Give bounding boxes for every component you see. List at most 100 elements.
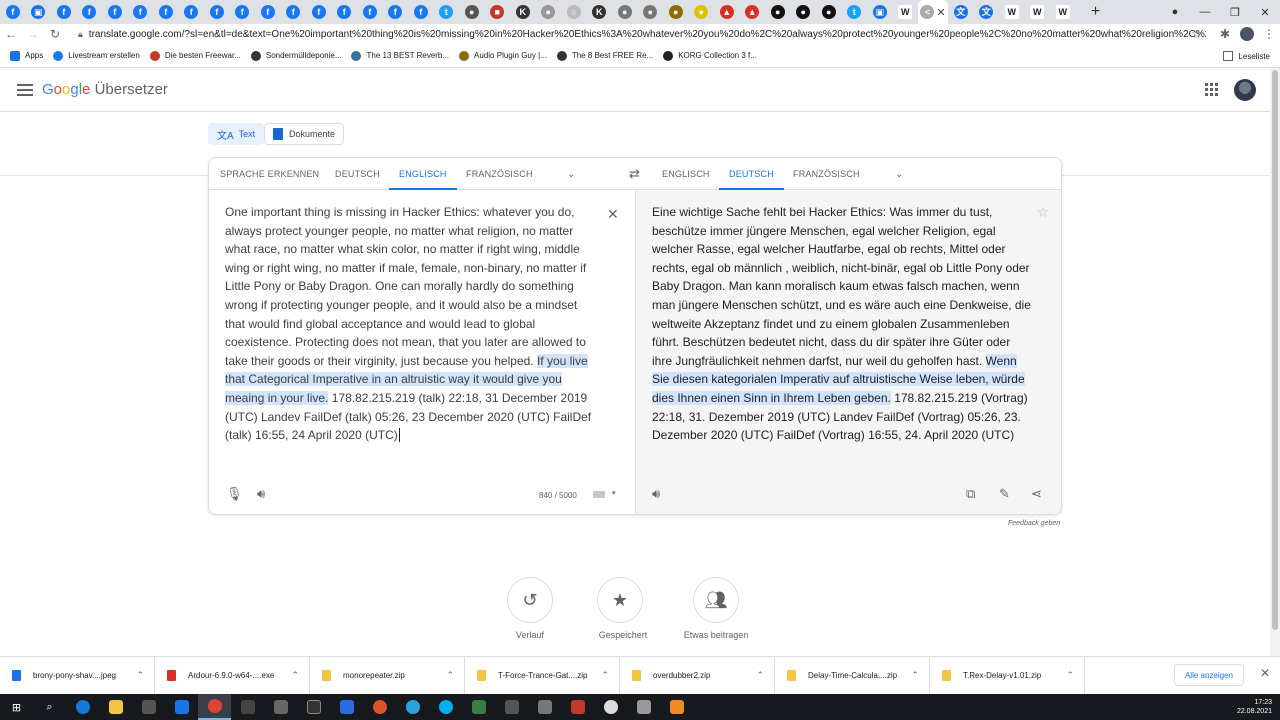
target-lang-english[interactable]: ENGLISCH bbox=[662, 158, 710, 190]
browser-tab[interactable]: < ✕ bbox=[918, 0, 948, 24]
back-icon[interactable]: ← bbox=[0, 24, 22, 44]
app-icon[interactable] bbox=[297, 694, 330, 720]
page-scrollbar[interactable] bbox=[1270, 68, 1280, 656]
feedback-link[interactable]: Feedback geben bbox=[1008, 520, 1060, 527]
browser-tab[interactable]: f bbox=[153, 0, 179, 24]
browser-tab[interactable]: t bbox=[434, 0, 460, 24]
reload-icon[interactable]: ↻ bbox=[44, 24, 66, 44]
source-textarea[interactable]: One important thing is missing in Hacker… bbox=[225, 203, 597, 445]
source-listen-icon[interactable]: 🔊︎ bbox=[257, 486, 265, 502]
browser-tab[interactable]: ● bbox=[638, 0, 664, 24]
browser-tab[interactable]: ● bbox=[765, 0, 791, 24]
source-lang-detect[interactable]: SPRACHE ERKENNEN bbox=[220, 158, 319, 190]
browser-tab[interactable]: f bbox=[281, 0, 307, 24]
browser-tab[interactable]: f bbox=[306, 0, 332, 24]
browser-tab[interactable]: 文 bbox=[948, 0, 974, 24]
browser-tab[interactable]: f bbox=[204, 0, 230, 24]
tab-search-icon[interactable]: ● bbox=[1160, 0, 1190, 24]
edge-icon[interactable] bbox=[66, 694, 99, 720]
app-icon[interactable] bbox=[627, 694, 660, 720]
source-lang-more-chevron-icon[interactable]: ⌄ bbox=[567, 158, 575, 190]
browser-tab[interactable]: K bbox=[587, 0, 613, 24]
browser-tab[interactable]: ▣ bbox=[867, 0, 893, 24]
app-icon[interactable] bbox=[363, 694, 396, 720]
browser-tab[interactable]: ○ bbox=[561, 0, 587, 24]
telegram-icon[interactable] bbox=[396, 694, 429, 720]
browser-tab[interactable]: f bbox=[255, 0, 281, 24]
browser-tab[interactable]: ● bbox=[663, 0, 689, 24]
source-lang-french[interactable]: FRANZÖSISCH bbox=[466, 158, 533, 190]
close-window-icon[interactable]: ✕ bbox=[1250, 0, 1280, 24]
bookmark-item[interactable]: Audio Plugin Guy |... bbox=[459, 50, 547, 61]
saved-button[interactable]: ★ bbox=[597, 577, 643, 623]
download-menu-chevron-icon[interactable]: ⌃ bbox=[911, 670, 919, 681]
copy-icon[interactable]: ⧉ bbox=[966, 486, 975, 502]
browser-tab[interactable]: W bbox=[999, 0, 1025, 24]
browser-tab[interactable]: ● bbox=[459, 0, 485, 24]
new-tab-icon[interactable]: + bbox=[1084, 0, 1108, 24]
app-icon[interactable] bbox=[561, 694, 594, 720]
target-lang-french[interactable]: FRANZÖSISCH bbox=[793, 158, 860, 190]
browser-tab[interactable]: ▣ bbox=[26, 0, 52, 24]
app-icon[interactable] bbox=[528, 694, 561, 720]
browser-tab[interactable]: f bbox=[77, 0, 103, 24]
browser-tab[interactable]: W bbox=[893, 0, 919, 24]
skype-icon[interactable] bbox=[429, 694, 462, 720]
minimize-icon[interactable]: — bbox=[1190, 0, 1220, 24]
app-icon[interactable] bbox=[231, 694, 264, 720]
app-icon[interactable] bbox=[495, 694, 528, 720]
target-lang-more-chevron-icon[interactable]: ⌄ bbox=[895, 158, 903, 190]
download-item[interactable]: Ardour-6.9.0-w64-....exe ⌃ bbox=[155, 656, 310, 695]
target-lang-german[interactable]: DEUTSCH bbox=[719, 158, 784, 190]
download-item[interactable]: monorepeater.zip ⌃ bbox=[310, 656, 465, 695]
download-item[interactable]: Delay-Time-Calcula....zip ⌃ bbox=[775, 656, 930, 695]
browser-tab[interactable]: ● bbox=[536, 0, 562, 24]
menu-icon[interactable]: ⋮ bbox=[1258, 27, 1280, 41]
browser-tab[interactable]: f bbox=[230, 0, 256, 24]
clear-source-icon[interactable]: ✕ bbox=[607, 206, 619, 223]
browser-tab[interactable]: ● bbox=[816, 0, 842, 24]
download-item[interactable]: T.Rex-Delay-v1.01.zip ⌃ bbox=[930, 656, 1085, 695]
scrollbar-thumb[interactable] bbox=[1272, 70, 1278, 630]
user-avatar[interactable] bbox=[1234, 78, 1256, 101]
edit-icon[interactable]: ✎ bbox=[999, 486, 1010, 502]
close-tab-icon[interactable]: ✕ bbox=[936, 6, 945, 19]
main-menu-icon[interactable] bbox=[17, 83, 33, 96]
browser-tab[interactable]: W bbox=[1050, 0, 1076, 24]
bookmark-item[interactable]: Apps bbox=[10, 50, 43, 61]
app-icon[interactable] bbox=[660, 694, 693, 720]
text-mode-button[interactable]: 文A Text bbox=[208, 123, 265, 145]
keyboard-dropdown-icon[interactable]: ▾ bbox=[612, 489, 616, 497]
contribute-button[interactable]: 👥︎ bbox=[693, 577, 739, 623]
browser-tab[interactable]: f bbox=[102, 0, 128, 24]
microphone-icon[interactable]: 🎙︎ bbox=[226, 486, 243, 502]
translated-text[interactable]: Eine wichtige Sache fehlt bei Hacker Eth… bbox=[652, 203, 1032, 445]
app-icon[interactable] bbox=[594, 694, 627, 720]
download-item[interactable]: T-Force-Trance-Gat....zip ⌃ bbox=[465, 656, 620, 695]
file-explorer-icon[interactable] bbox=[99, 694, 132, 720]
bookmark-item[interactable]: Livestream erstellen bbox=[53, 50, 140, 61]
browser-tab[interactable]: ● bbox=[612, 0, 638, 24]
history-button[interactable]: ↺ bbox=[507, 577, 553, 623]
download-menu-chevron-icon[interactable]: ⌃ bbox=[291, 670, 299, 681]
browser-tab[interactable]: f bbox=[51, 0, 77, 24]
browser-tab[interactable]: ▲ bbox=[740, 0, 766, 24]
app-icon[interactable] bbox=[330, 694, 363, 720]
search-icon[interactable]: ⌕ bbox=[33, 694, 66, 720]
save-translation-star-icon[interactable]: ☆ bbox=[1036, 204, 1049, 221]
browser-tab[interactable]: f bbox=[408, 0, 434, 24]
browser-tab[interactable]: f bbox=[0, 0, 26, 24]
source-lang-german[interactable]: DEUTSCH bbox=[335, 158, 380, 190]
bookmark-item[interactable]: Die besten Freewar... bbox=[149, 50, 241, 61]
app-icon[interactable] bbox=[462, 694, 495, 720]
browser-tab[interactable]: W bbox=[1025, 0, 1051, 24]
download-menu-chevron-icon[interactable]: ⌃ bbox=[446, 670, 454, 681]
chrome-icon[interactable] bbox=[198, 694, 231, 720]
forward-icon[interactable]: → bbox=[22, 24, 44, 44]
browser-tab[interactable]: f bbox=[179, 0, 205, 24]
browser-tab[interactable]: f bbox=[357, 0, 383, 24]
mail-icon[interactable] bbox=[165, 694, 198, 720]
browser-tab[interactable]: K bbox=[510, 0, 536, 24]
apps-grid-icon[interactable] bbox=[1205, 83, 1218, 96]
browser-tab[interactable]: ● bbox=[689, 0, 715, 24]
